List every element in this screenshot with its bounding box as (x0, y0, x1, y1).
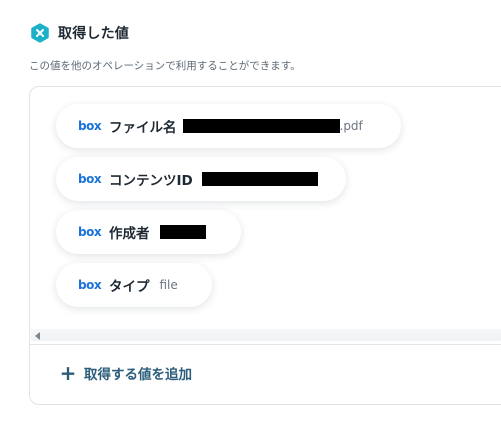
redacted-value (201, 172, 318, 186)
retrieved-values-page: 取得した値 この値を他のオペレーションで利用することができます。 box ファイ… (0, 0, 501, 430)
chip-label: 作成者 (109, 226, 150, 242)
plus-icon: + (59, 361, 77, 385)
box-logo-icon: box (78, 278, 102, 292)
box-logo-icon: box (78, 225, 102, 239)
chip-label: コンテンツID (109, 173, 193, 189)
value-chip-type[interactable]: box タイプ file (56, 263, 212, 307)
add-value-label: 取得する値を追加 (84, 367, 192, 383)
value-chip-content-id[interactable]: box コンテンツID (56, 157, 346, 201)
chip-label: タイプ (109, 279, 150, 295)
chip-suffix: .pdf (339, 119, 363, 133)
redacted-value (182, 119, 340, 133)
scroll-left-arrow-icon[interactable] (35, 332, 40, 340)
add-value-button[interactable]: + 取得する値を追加 (59, 363, 192, 383)
box-logo-icon: box (78, 172, 102, 186)
divider (30, 344, 501, 345)
section-description: この値を他のオペレーションで利用することができます。 (29, 60, 301, 72)
chip-label: ファイル名 (109, 120, 177, 136)
redacted-value (159, 225, 206, 239)
horizontal-scrollbar[interactable] (31, 329, 501, 341)
box-logo-icon: box (78, 119, 102, 133)
close-hexagon-icon (29, 22, 51, 44)
section-title: 取得した値 (58, 26, 129, 42)
section-header: 取得した値 (29, 22, 129, 44)
value-chip-creator[interactable]: box 作成者 (56, 210, 241, 254)
value-chip-file-name[interactable]: box ファイル名 .pdf (56, 104, 401, 148)
chip-value: file (159, 278, 178, 292)
values-panel: box ファイル名 .pdf box コンテンツID box 作成者 box タ… (29, 86, 501, 405)
